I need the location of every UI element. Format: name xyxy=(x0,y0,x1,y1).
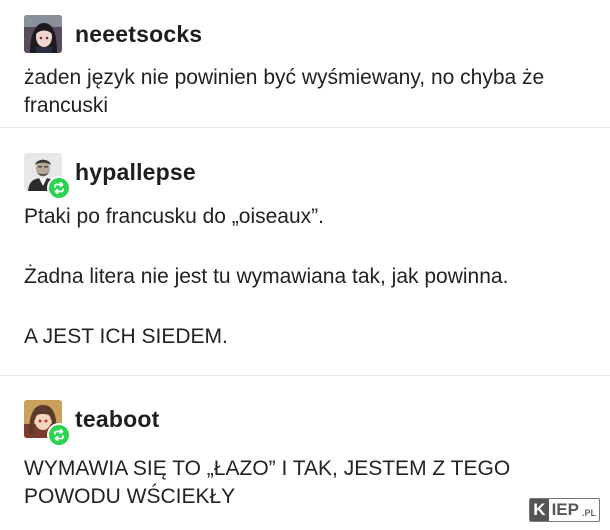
avatar[interactable] xyxy=(24,400,71,447)
post-teaboot: teaboot WYMAWIA SIĘ TO „ŁAZO” I TAK, JES… xyxy=(0,376,610,530)
avatar[interactable] xyxy=(24,15,62,53)
username[interactable]: neeetsocks xyxy=(75,21,202,48)
post-header: teaboot xyxy=(24,399,159,447)
avatar[interactable] xyxy=(24,153,71,200)
watermark-iep: IEP xyxy=(551,500,579,519)
username[interactable]: teaboot xyxy=(75,406,159,433)
post-text: WYMAWIA SIĘ TO „ŁAZO” I TAK, JESTEM Z TE… xyxy=(24,457,511,508)
reblog-badge xyxy=(47,423,71,447)
post-text-line-1: Ptaki po francusku do „oiseaux”. xyxy=(24,205,324,228)
watermark-k: K xyxy=(530,499,549,521)
post-hypallepse: hypallepse Ptaki po francusku do „oiseau… xyxy=(0,128,610,375)
anime-girl-avatar-icon xyxy=(24,15,62,53)
username[interactable]: hypallepse xyxy=(75,159,196,186)
kiep-watermark-logo: K IEP .PL xyxy=(529,498,600,522)
post-text-line-3: A JEST ICH SIEDEM. xyxy=(24,325,228,348)
post-text-line-2: Żadna litera nie jest tu wymawiana tak, … xyxy=(24,265,509,288)
reblog-badge xyxy=(47,176,71,200)
watermark-pl: .PL xyxy=(581,508,596,518)
post-header: hypallepse xyxy=(24,152,196,200)
reblog-icon xyxy=(54,428,64,442)
post-text: żaden język nie powinien być wyśmiewany,… xyxy=(24,66,545,117)
reblog-icon xyxy=(54,181,64,195)
post-neeetsocks: neeetsocks żaden język nie powinien być … xyxy=(0,0,610,127)
post-header: neeetsocks xyxy=(24,14,202,54)
